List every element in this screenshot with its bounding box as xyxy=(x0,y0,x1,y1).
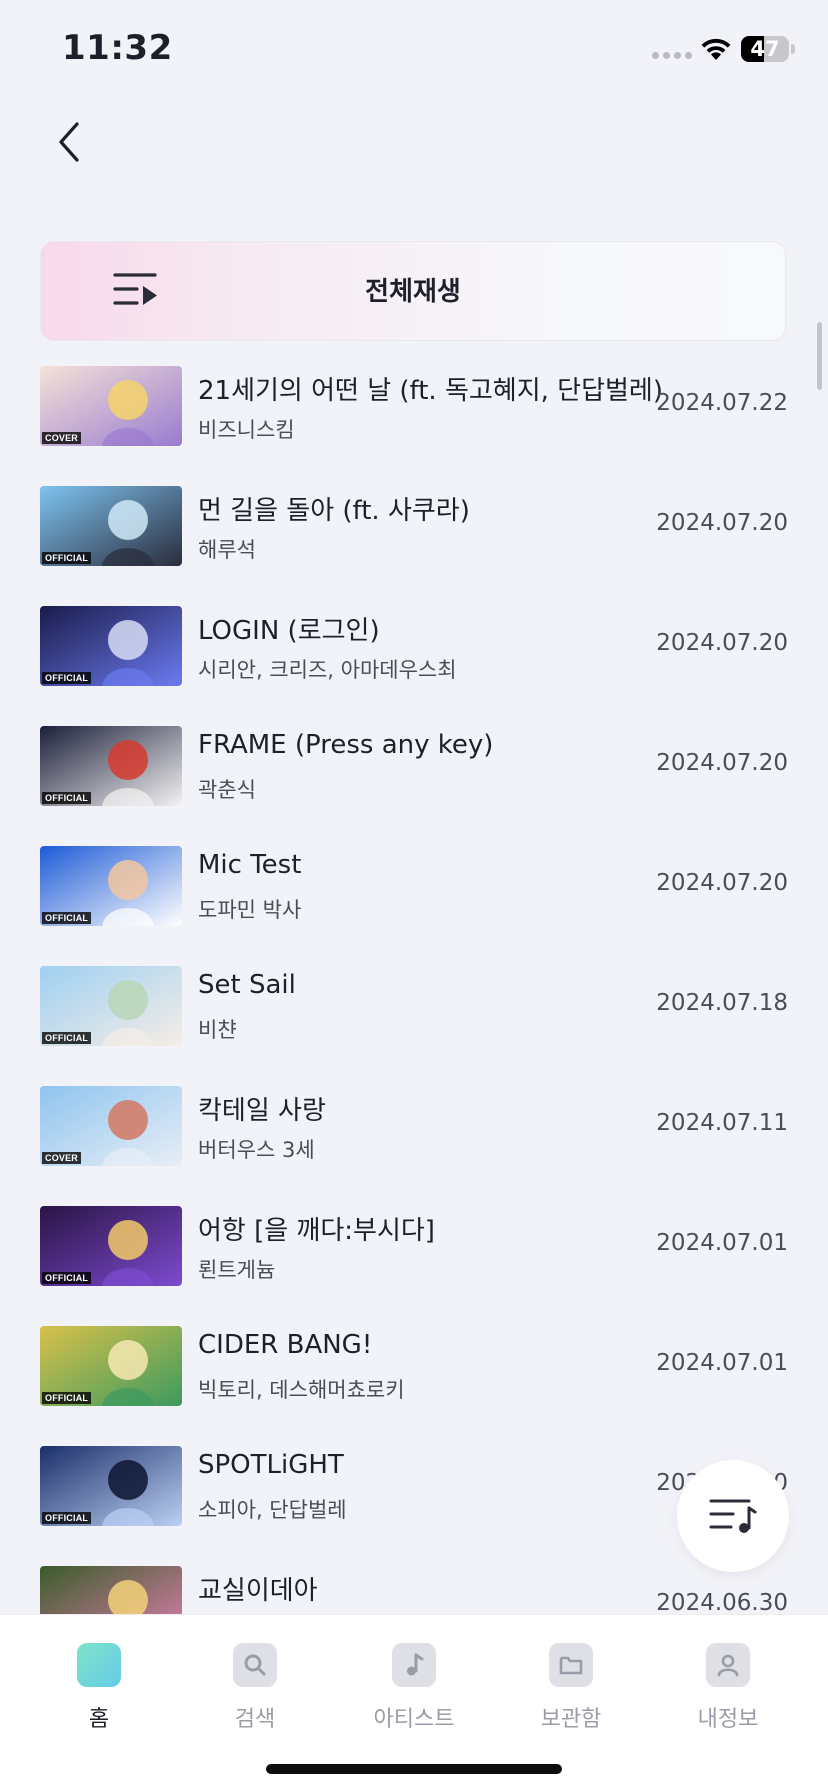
song-row[interactable]: OFFICIAL 먼 길을 돌아 (ft. 사쿠라) 해루석 2024.07.20 xyxy=(0,466,828,586)
song-artist: 곽춘식 xyxy=(198,778,256,802)
song-artist: 소피아, 단답벌레 xyxy=(198,1498,347,1522)
chevron-left-icon xyxy=(59,122,79,162)
thumbnail-badge: OFFICIAL xyxy=(42,1272,92,1284)
song-row[interactable]: OFFICIAL Mic Test 도파민 박사 2024.07.20 xyxy=(0,826,828,946)
song-date: 2024.06.30 xyxy=(656,1590,788,1614)
song-date: 2024.07.20 xyxy=(656,630,788,656)
tab-artist[interactable]: 아티스트 xyxy=(349,1629,479,1739)
tab-home[interactable]: 홈 xyxy=(34,1629,164,1739)
thumbnail-badge: OFFICIAL xyxy=(42,1032,92,1044)
song-row[interactable]: OFFICIAL CIDER BANG! 빅토리, 데스해머쵸로키 2024.07.0… xyxy=(0,1306,828,1426)
thumbnail-badge: COVER xyxy=(42,432,82,444)
play-all-button[interactable]: 전체재생 xyxy=(40,241,786,341)
song-row[interactable]: OFFICIAL 어항 [을 깨다:부시다] 뢴트게늄 2024.07.01 xyxy=(0,1186,828,1306)
song-row[interactable]: COVER 칵테일 사랑버터우스 3세 2024.07.11 xyxy=(0,1066,828,1186)
song-date: 2024.07.01 xyxy=(656,1350,788,1376)
song-row[interactable]: OFFICIAL LOGIN (로그인) 시리안, 크리즈, 아마데우스최 2024.… xyxy=(0,586,828,706)
tab-my-info[interactable]: 내정보 xyxy=(663,1629,793,1739)
song-title: Mic Test xyxy=(198,850,302,880)
thumbnail-badge: OFFICIAL xyxy=(42,912,92,924)
song-title: 칵테일 사랑 xyxy=(198,1096,326,1126)
home-indicator[interactable] xyxy=(266,1764,562,1774)
song-thumbnail xyxy=(40,1566,182,1614)
song-thumbnail: OFFICIAL xyxy=(40,1446,182,1526)
thumbnail-badge: COVER xyxy=(42,1152,82,1164)
cellular-signal-icon xyxy=(652,52,692,59)
thumbnail-badge: OFFICIAL xyxy=(42,552,92,564)
song-title: 21세기의 어떤 날 (ft. 독고혜지, 단답벌레) xyxy=(198,376,663,406)
song-artist: 비챤 xyxy=(198,1018,237,1042)
song-artist: 시리안, 크리즈, 아마데우스최 xyxy=(198,658,457,682)
person-icon xyxy=(706,1643,750,1687)
thumbnail-badge: OFFICIAL xyxy=(42,1392,92,1404)
scrollbar[interactable] xyxy=(817,322,822,390)
battery-cap xyxy=(791,44,795,54)
thumbnail-badge: OFFICIAL xyxy=(42,792,92,804)
music-note-icon xyxy=(392,1643,436,1687)
song-artist: 뢴트게늄 xyxy=(198,1258,276,1282)
song-artist: 도파민 박사 xyxy=(198,898,302,922)
song-date: 2024.07.11 xyxy=(656,1110,788,1136)
song-title: SPOTLiGHT xyxy=(198,1450,344,1480)
song-thumbnail: OFFICIAL xyxy=(40,726,182,806)
now-playing-playlist-button[interactable] xyxy=(677,1460,789,1572)
song-row[interactable]: OFFICIAL FRAME (Press any key) 곽춘식 2024.07.… xyxy=(0,706,828,826)
song-thumbnail: COVER xyxy=(40,1086,182,1166)
song-thumbnail: OFFICIAL xyxy=(40,606,182,686)
song-title: FRAME (Press any key) xyxy=(198,730,494,760)
tab-label: 아티스트 xyxy=(373,1707,455,1732)
song-thumbnail: COVER xyxy=(40,366,182,446)
song-row[interactable]: OFFICIAL Set Sail 비챤 2024.07.18 xyxy=(0,946,828,1066)
song-title: LOGIN (로그인) xyxy=(198,616,380,646)
tab-search[interactable]: 검색 xyxy=(190,1629,320,1739)
song-date: 2024.07.20 xyxy=(656,870,788,896)
status-time: 11:32 xyxy=(62,28,173,68)
tab-label: 내정보 xyxy=(697,1707,759,1732)
search-icon xyxy=(233,1643,277,1687)
song-thumbnail: OFFICIAL xyxy=(40,1206,182,1286)
back-button[interactable] xyxy=(44,112,94,172)
song-artist: 버터우스 3세 xyxy=(198,1138,315,1162)
battery-percentage: 47 xyxy=(750,37,780,61)
song-date: 2024.07.20 xyxy=(656,510,788,536)
song-thumbnail: OFFICIAL xyxy=(40,1326,182,1406)
thumbnail-badge: OFFICIAL xyxy=(42,672,92,684)
song-date: 2024.07.20 xyxy=(656,750,788,776)
status-bar: 11:32 47 xyxy=(0,0,828,100)
song-thumbnail: OFFICIAL xyxy=(40,846,182,926)
tab-label: 홈 xyxy=(88,1707,110,1732)
song-date: 2024.07.18 xyxy=(656,990,788,1016)
song-title: 먼 길을 돌아 (ft. 사쿠라) xyxy=(198,496,470,526)
song-title: CIDER BANG! xyxy=(198,1330,373,1360)
song-title: Set Sail xyxy=(198,970,296,1000)
song-title: 교실이데아 xyxy=(198,1576,318,1606)
song-thumbnail: OFFICIAL xyxy=(40,486,182,566)
wifi-icon xyxy=(701,38,731,60)
song-date: 2024.07.22 xyxy=(656,390,788,416)
song-artist: 해루석 xyxy=(198,538,256,562)
song-title: 어항 [을 깨다:부시다] xyxy=(198,1216,435,1246)
music-playlist-icon xyxy=(709,1499,757,1533)
song-thumbnail: OFFICIAL xyxy=(40,966,182,1046)
home-icon xyxy=(77,1643,121,1687)
play-all-label: 전체재생 xyxy=(365,277,461,307)
song-list[interactable]: COVER 21세기의 어떤 날 (ft. 독고혜지, 단답벌레) 비즈니스킴 202… xyxy=(0,346,828,1614)
thumbnail-badge: OFFICIAL xyxy=(42,1512,92,1524)
song-artist: 빅토리, 데스해머쵸로키 xyxy=(198,1378,405,1402)
folder-icon xyxy=(549,1643,593,1687)
song-row[interactable]: COVER 21세기의 어떤 날 (ft. 독고혜지, 단답벌레) 비즈니스킴 202… xyxy=(0,346,828,466)
song-artist: 비즈니스킴 xyxy=(198,418,295,442)
tab-label: 검색 xyxy=(234,1707,276,1732)
song-date: 2024.07.01 xyxy=(656,1230,788,1256)
battery-icon: 47 xyxy=(741,36,789,62)
tab-label: 보관함 xyxy=(540,1707,602,1732)
tab-library[interactable]: 보관함 xyxy=(506,1629,636,1739)
